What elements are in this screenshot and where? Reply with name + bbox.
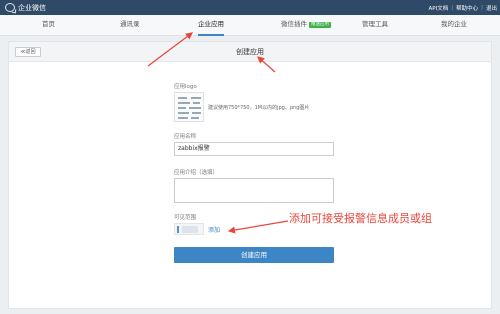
page-title: 创建应用 (236, 48, 264, 56)
member-name-redacted (182, 225, 198, 233)
nav-wechat-plugin-label: 微信插件 (281, 20, 307, 28)
top-bar: 企业微信 API文档 | 帮助中心 | 退出 (0, 0, 500, 15)
scope-row: 添加 (174, 223, 220, 235)
nav-admin-tools[interactable]: 管理工具 (362, 15, 388, 36)
wecom-logo-icon (5, 3, 15, 12)
card-header: 创建应用 ≪返回 (9, 42, 491, 62)
main-nav: 首页 通讯录 企业应用 微信插件 赠送应用 管理工具 我的企业 (0, 15, 500, 36)
brand-name: 企业微信 (18, 3, 46, 12)
logo-upload[interactable] (174, 92, 204, 122)
nav-contacts[interactable]: 通讯录 (120, 15, 140, 36)
create-app-button[interactable]: 创建应用 (174, 247, 334, 263)
api-docs-link[interactable]: API文档 (426, 4, 452, 12)
logo-label: 应用logo (174, 84, 197, 90)
annotation-text: 添加可接受报警信息成员或组 (289, 212, 432, 225)
brand[interactable]: 企业微信 (5, 3, 46, 13)
logout-link[interactable]: 退出 (483, 4, 500, 12)
name-label: 应用名称 (174, 134, 197, 140)
member-icon (177, 225, 179, 233)
help-center-link[interactable]: 帮助中心 (453, 4, 481, 12)
app-name-input[interactable]: zabbix报警 (174, 142, 334, 156)
gift-badge: 赠送应用 (309, 22, 331, 28)
app-intro-textarea[interactable] (174, 178, 334, 203)
create-app-card: 创建应用 ≪返回 (8, 41, 492, 309)
nav-enterprise-apps[interactable]: 企业应用 (198, 15, 224, 36)
nav-wechat-plugin[interactable]: 微信插件 赠送应用 (281, 15, 331, 36)
member-chip[interactable] (174, 223, 204, 235)
logo-row: 建议使用750*750，1M以内的jpg、png图片 (174, 92, 309, 122)
logo-hint: 建议使用750*750，1M以内的jpg、png图片 (208, 104, 310, 111)
add-member-link[interactable]: 添加 (208, 225, 220, 234)
nav-my-enterprise[interactable]: 我的企业 (441, 15, 467, 36)
intro-label: 应用介绍（选填） (174, 170, 219, 176)
top-links: API文档 | 帮助中心 | 退出 (426, 0, 500, 15)
back-button[interactable]: ≪返回 (15, 47, 41, 57)
nav-home[interactable]: 首页 (42, 15, 55, 36)
scope-label: 可见范围 (174, 215, 197, 221)
